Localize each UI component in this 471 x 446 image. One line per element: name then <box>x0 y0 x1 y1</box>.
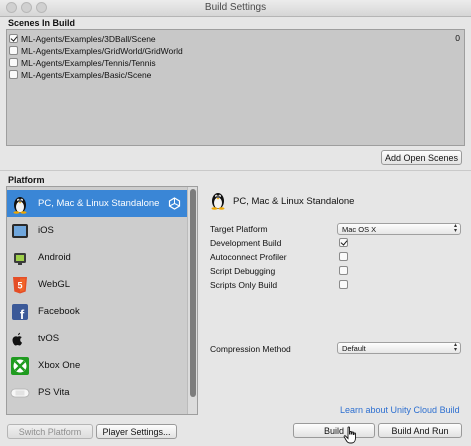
ps-vita-icon <box>10 383 30 403</box>
compression-method-label: Compression Method <box>210 344 291 354</box>
platform-item-standalone[interactable]: PC, Mac & Linux Standalone <box>7 190 187 217</box>
scene-path: ML-Agents/Examples/3DBall/Scene <box>21 33 156 44</box>
scene-row[interactable]: ML-Agents/Examples/GridWorld/GridWorld <box>9 45 183 56</box>
scene-checkbox[interactable] <box>9 34 18 43</box>
scripts-only-build-checkbox[interactable] <box>339 280 348 289</box>
platform-item-ios[interactable]: iOS <box>7 217 187 244</box>
platform-header: Platform <box>8 175 45 185</box>
scene-path: ML-Agents/Examples/GridWorld/GridWorld <box>21 45 183 56</box>
platform-label: WebGL <box>38 279 71 290</box>
xbox-icon <box>10 356 30 376</box>
platform-label: PS Vita <box>38 387 70 398</box>
platform-label: Android <box>38 252 71 263</box>
platform-label: tvOS <box>38 333 60 344</box>
scene-checkbox[interactable] <box>9 58 18 67</box>
switch-platform-button[interactable]: Switch Platform <box>7 424 93 439</box>
platform-item-tvos[interactable]: tvOS <box>7 325 187 352</box>
html5-icon: 5 <box>10 275 30 295</box>
linux-penguin-icon <box>208 190 228 210</box>
scripts-only-build-label: Scripts Only Build <box>210 280 278 290</box>
ios-device-icon <box>10 221 30 241</box>
build-button[interactable]: Build <box>293 423 375 438</box>
linux-penguin-icon <box>10 194 30 214</box>
platform-item-xbox-one[interactable]: Xbox One <box>7 352 187 379</box>
script-debugging-label: Script Debugging <box>210 266 276 276</box>
compression-method-dropdown[interactable]: Default ▴ ▾ <box>337 342 461 354</box>
scene-checkbox[interactable] <box>9 46 18 55</box>
add-open-scenes-button[interactable]: Add Open Scenes <box>381 150 462 165</box>
svg-text:f: f <box>20 307 25 322</box>
section-divider <box>0 170 471 171</box>
window-titlebar: Build Settings <box>0 0 471 17</box>
build-and-run-button[interactable]: Build And Run <box>378 423 462 438</box>
development-build-label: Development Build <box>210 238 282 248</box>
platform-list[interactable]: PC, Mac & Linux Standalone iOS Android 5… <box>6 186 198 415</box>
platform-item-android[interactable]: Android <box>7 244 187 271</box>
platform-item-facebook[interactable]: f Facebook <box>7 298 187 325</box>
window-title: Build Settings <box>204 2 267 13</box>
scrollbar-thumb[interactable] <box>190 189 196 397</box>
settings-title: PC, Mac & Linux Standalone <box>233 196 355 207</box>
platform-scrollbar[interactable] <box>187 187 197 414</box>
hand-cursor-icon <box>343 426 359 444</box>
platform-label: Facebook <box>38 306 80 317</box>
target-platform-dropdown[interactable]: Mac OS X ▴ ▾ <box>337 223 461 235</box>
scene-path: ML-Agents/Examples/Basic/Scene <box>21 69 152 80</box>
android-icon <box>10 248 30 268</box>
dropdown-arrows-icon: ▴ ▾ <box>453 223 457 234</box>
platform-label: PC, Mac & Linux Standalone <box>38 198 160 209</box>
autoconnect-profiler-label: Autoconnect Profiler <box>210 252 287 262</box>
platform-label: iOS <box>38 225 54 236</box>
cloud-build-link[interactable]: Learn about Unity Cloud Build <box>340 405 460 415</box>
script-debugging-checkbox[interactable] <box>339 266 348 275</box>
facebook-icon: f <box>10 302 30 322</box>
target-platform-value: Mac OS X <box>342 224 377 234</box>
scene-row[interactable]: ML-Agents/Examples/Tennis/Tennis <box>9 57 156 68</box>
scene-row[interactable]: ML-Agents/Examples/3DBall/Scene <box>9 33 156 44</box>
player-settings-button[interactable]: Player Settings... <box>96 424 177 439</box>
apple-tv-icon <box>10 329 30 349</box>
platform-item-ps-vita[interactable]: PS Vita <box>7 379 187 406</box>
scene-checkbox[interactable] <box>9 70 18 79</box>
scene-index: 0 <box>455 33 460 43</box>
target-platform-label: Target Platform <box>210 224 268 234</box>
scenes-list[interactable]: ML-Agents/Examples/3DBall/Scene 0 ML-Age… <box>6 29 465 146</box>
compression-method-value: Default <box>342 343 366 353</box>
scene-row[interactable]: ML-Agents/Examples/Basic/Scene <box>9 69 151 80</box>
scene-path: ML-Agents/Examples/Tennis/Tennis <box>21 57 156 68</box>
dropdown-arrows-icon: ▴ ▾ <box>453 342 457 353</box>
scenes-header: Scenes In Build <box>8 18 76 28</box>
unity-active-icon <box>168 197 181 210</box>
platform-label: Xbox One <box>38 360 81 371</box>
autoconnect-profiler-checkbox[interactable] <box>339 252 348 261</box>
platform-item-webgl[interactable]: 5 WebGL <box>7 271 187 298</box>
development-build-checkbox[interactable] <box>339 238 348 247</box>
svg-text:5: 5 <box>17 280 22 290</box>
